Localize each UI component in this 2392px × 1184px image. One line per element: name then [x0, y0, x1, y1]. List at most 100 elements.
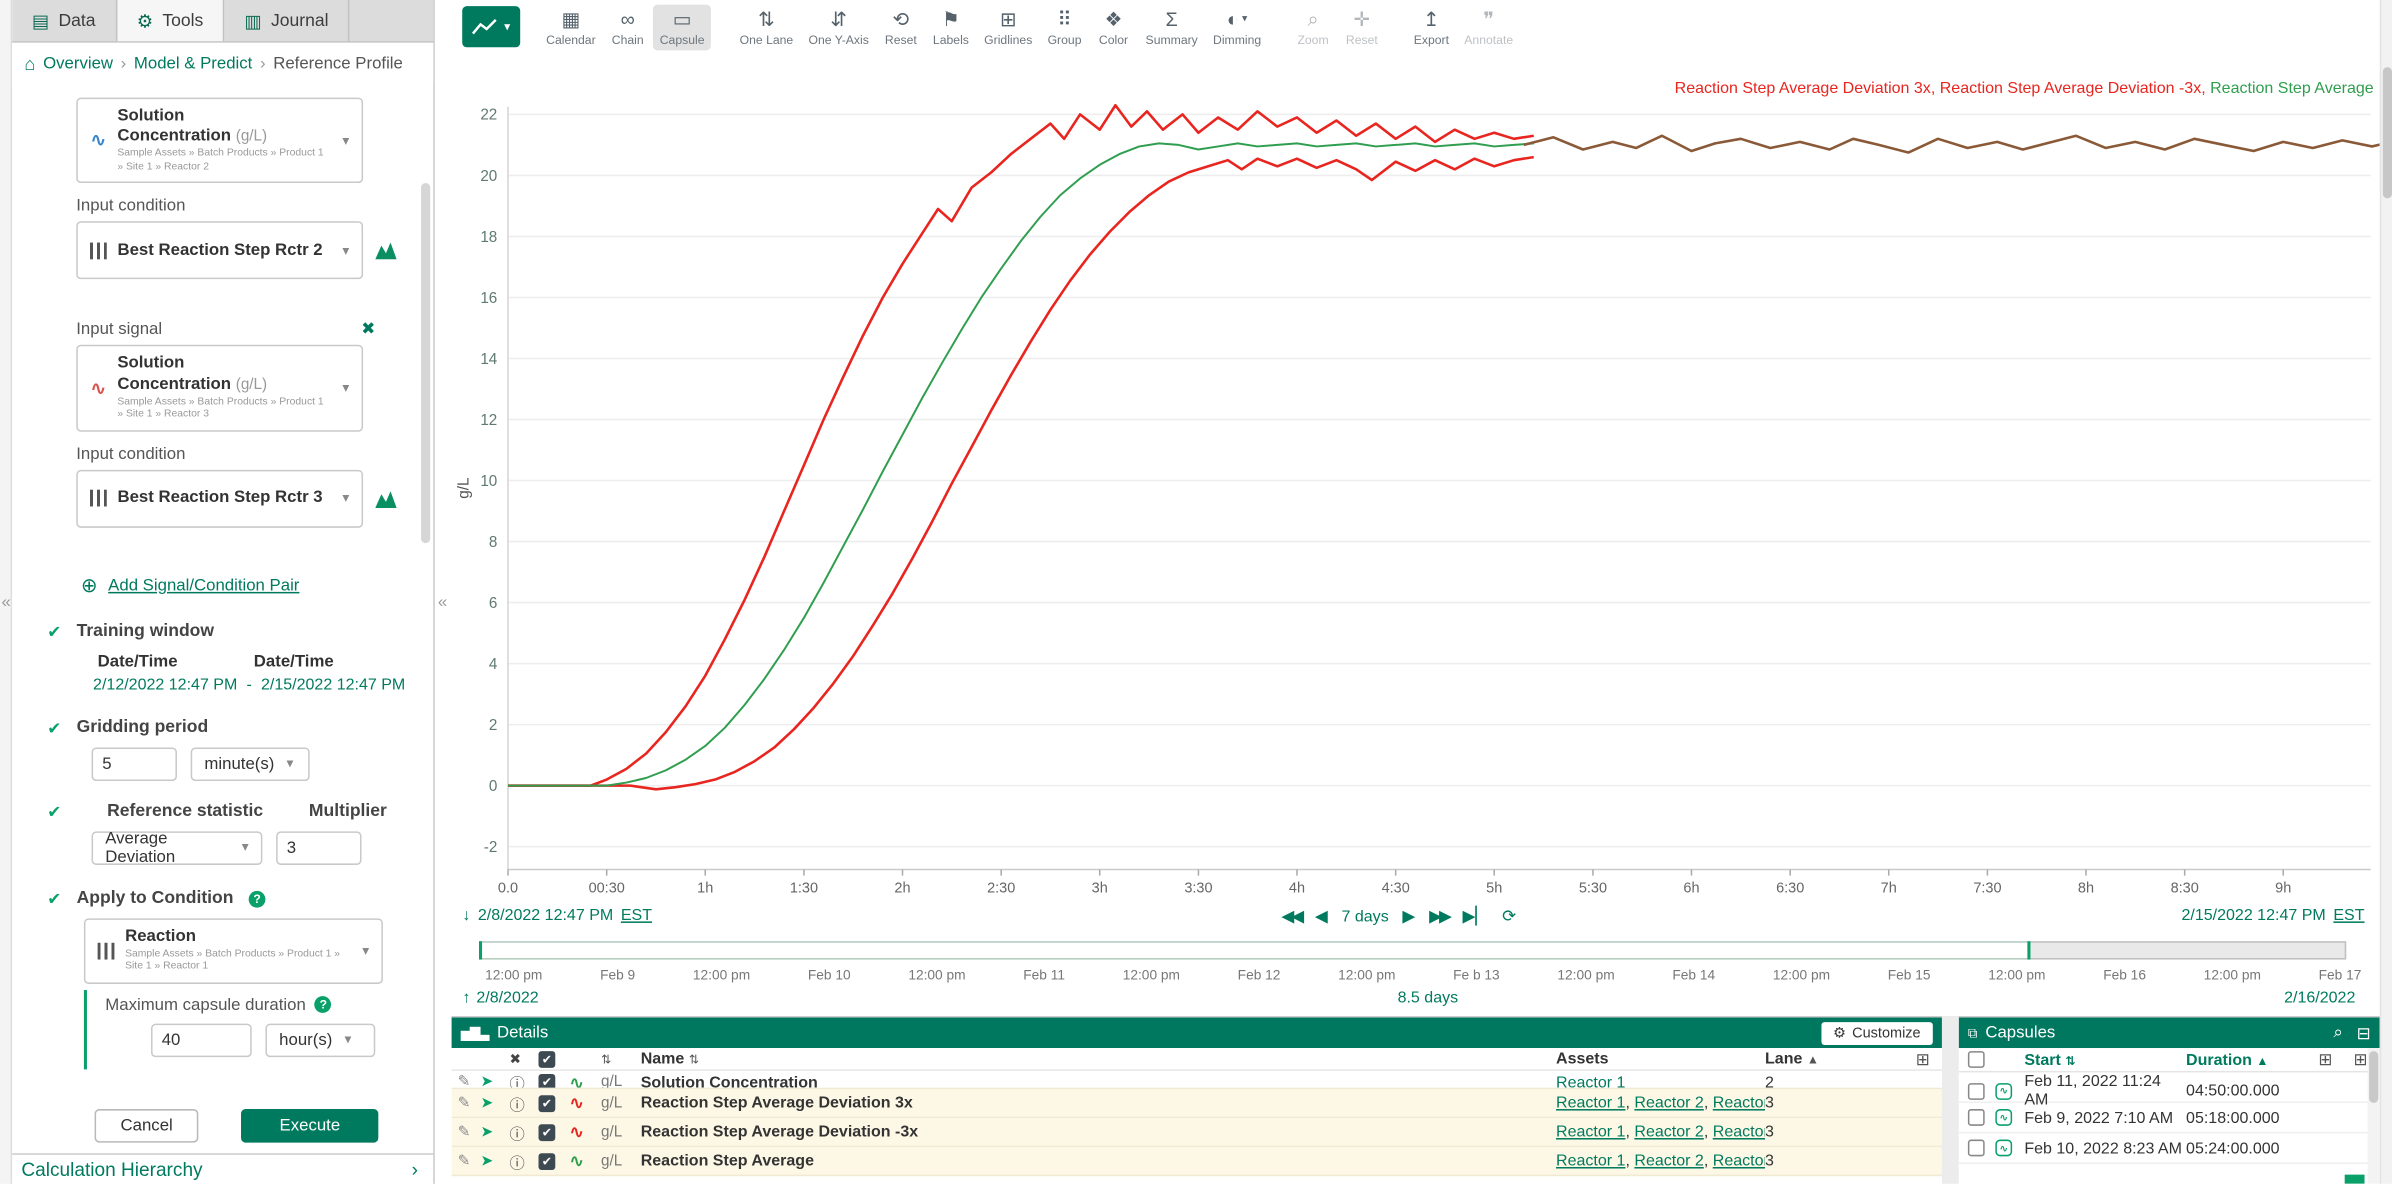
customize-button[interactable]: ⚙ Customize: [1821, 1021, 1933, 1044]
asset-link[interactable]: Reactor 3: [1713, 1094, 1765, 1112]
tab-data[interactable]: ▤ Data: [12, 0, 117, 41]
trend-chart[interactable]: -202468101214161820220.000:301h1:302h2:3…: [452, 61, 2380, 905]
table-settings-icon[interactable]: ⊞: [1916, 1049, 1942, 1069]
remove-all-icon[interactable]: ✖: [510, 1050, 539, 1067]
info-icon[interactable]: ⓘ: [510, 1091, 539, 1114]
details-table-row[interactable]: ✎➤ⓘ✔∿g/LReaction Step Average Deviation …: [452, 1089, 1942, 1118]
scrubber-left-handle[interactable]: [479, 941, 482, 959]
step-back-icon[interactable]: ◀: [1315, 906, 1328, 926]
range-end[interactable]: 2/15/2022 12:47 PM EST: [2181, 906, 2364, 924]
histogram-icon[interactable]: [375, 489, 396, 507]
asset-link[interactable]: Reactor 1: [1556, 1123, 1625, 1141]
row-checkbox[interactable]: ✔: [539, 1074, 556, 1089]
apply-condition-select[interactable]: Reaction Sample Assets » Batch Products …: [84, 918, 383, 984]
input-condition-1-select[interactable]: Best Reaction Step Rctr 2 ▾: [76, 222, 363, 280]
search-icon[interactable]: ⌕: [2333, 1023, 2342, 1043]
panel-scrollbar[interactable]: [421, 183, 430, 543]
refresh-icon[interactable]: ⟳: [1502, 906, 1516, 926]
row-checkbox[interactable]: ✔: [539, 1095, 556, 1112]
toolbar-group-button[interactable]: ⠿Group: [1041, 5, 1087, 51]
input-signal-2-select[interactable]: ∿ Solution Concentration (g/L) Sample As…: [76, 345, 363, 431]
timeline-selected-range[interactable]: [479, 941, 2030, 959]
collapse-left-icon[interactable]: «: [2, 593, 11, 611]
row-checkbox[interactable]: ✔: [539, 1124, 556, 1141]
max-duration-input[interactable]: [151, 1023, 252, 1057]
edit-icon[interactable]: ✎: [458, 1153, 481, 1170]
tab-journal[interactable]: ▥ Journal: [225, 0, 350, 41]
details-table-row[interactable]: ✎➤ⓘ✔∿g/LReaction Step Average Deviation …: [452, 1118, 1942, 1147]
home-icon[interactable]: ⌂: [24, 53, 35, 74]
asset-link[interactable]: Reactor 3: [1713, 1152, 1765, 1170]
edit-icon[interactable]: ✎: [458, 1074, 481, 1089]
toolbar-summary-button[interactable]: ΣSummary: [1139, 5, 1203, 51]
toolbar-reset-axes-button[interactable]: ⟲Reset: [878, 5, 924, 51]
select-all-checkbox[interactable]: ✔: [539, 1050, 556, 1067]
asset-link[interactable]: Reactor 2: [1634, 1152, 1703, 1170]
capsule-checkbox[interactable]: [1968, 1140, 1985, 1157]
send-icon[interactable]: ➤: [481, 1074, 510, 1089]
gridding-unit-select[interactable]: minute(s) ▾: [191, 747, 310, 781]
trend-view-button[interactable]: ▾: [462, 6, 520, 47]
timezone-link[interactable]: EST: [621, 906, 652, 924]
capsules-scrollbar[interactable]: [2368, 1048, 2380, 1184]
toolbar-one-lane-button[interactable]: ⇅One Lane: [734, 5, 800, 51]
reference-statistic-select[interactable]: Average Deviation ▾: [92, 831, 263, 865]
range-start[interactable]: ↓ 2/8/2022 12:47 PM EST: [462, 906, 652, 924]
sort-icon[interactable]: ⇅: [601, 1052, 641, 1066]
toolbar-gridlines-button[interactable]: ⊞Gridlines: [978, 5, 1038, 51]
asset-link[interactable]: Reactor 1: [1556, 1073, 1625, 1089]
collapse-icon[interactable]: ⊟: [2357, 1023, 2371, 1043]
cancel-button[interactable]: Cancel: [95, 1109, 199, 1143]
send-icon[interactable]: ➤: [481, 1095, 510, 1112]
input-signal-1-select[interactable]: ∿ Solution Concentration (g/L) Sample As…: [76, 98, 363, 184]
help-icon[interactable]: ?: [249, 890, 266, 907]
timezone-link[interactable]: EST: [2333, 906, 2364, 924]
send-icon[interactable]: ➤: [481, 1153, 510, 1170]
skip-to-start-icon[interactable]: ◀◀: [1281, 906, 1301, 926]
input-condition-2-select[interactable]: Best Reaction Step Rctr 3 ▾: [76, 469, 363, 527]
tab-tools[interactable]: ⚙ Tools: [117, 0, 225, 41]
asset-link[interactable]: Reactor 2: [1634, 1123, 1703, 1141]
toolbar-one-y-axis-button[interactable]: ⇵One Y-Axis: [802, 5, 875, 51]
toolbar-dimming-button[interactable]: ◐▾Dimming: [1207, 5, 1267, 51]
add-signal-condition-pair[interactable]: ⊕ Add Signal/Condition Pair: [81, 573, 412, 597]
max-duration-unit-select[interactable]: hour(s) ▾: [265, 1023, 375, 1057]
asset-link[interactable]: Reactor 1: [1556, 1152, 1625, 1170]
training-start-link[interactable]: 2/12/2022 12:47 PM: [93, 675, 237, 693]
start-column-header[interactable]: Start ⇅: [2024, 1050, 2186, 1068]
capsule-row[interactable]: ∿Feb 10, 2022 8:23 AM05:24:00.000: [1959, 1133, 2380, 1164]
asset-link[interactable]: Reactor 3: [1713, 1123, 1765, 1141]
help-icon[interactable]: ?: [315, 997, 332, 1014]
remove-pair-icon[interactable]: ✖: [361, 319, 375, 339]
details-table-row[interactable]: ✎➤ⓘ✔∿g/LReaction Step AverageReactor 1, …: [452, 1147, 1942, 1176]
training-end-link[interactable]: 2/15/2022 12:47 PM: [261, 675, 405, 693]
toolbar-labels-button[interactable]: ⚑Labels: [927, 5, 975, 51]
info-icon[interactable]: ⓘ: [510, 1071, 539, 1089]
step-forward-icon[interactable]: ▶: [1402, 906, 1415, 926]
edit-icon[interactable]: ✎: [458, 1124, 481, 1141]
sort-asc-icon[interactable]: ▲: [1807, 1053, 1819, 1067]
info-icon[interactable]: ⓘ: [510, 1120, 539, 1143]
scrubber-right-handle[interactable]: [2027, 941, 2030, 959]
toolbar-capsule-button[interactable]: ▭Capsule: [654, 5, 711, 51]
multiplier-input[interactable]: [276, 831, 361, 865]
timeline-end-date[interactable]: 2/16/2022: [2284, 989, 2355, 1007]
asset-link[interactable]: Reactor 2: [1634, 1094, 1703, 1112]
info-icon[interactable]: ⓘ: [510, 1149, 539, 1172]
capsule-checkbox[interactable]: [1968, 1109, 1985, 1126]
toolbar-color-button[interactable]: ❖Color: [1091, 5, 1137, 51]
histogram-icon[interactable]: [375, 242, 396, 260]
row-checkbox[interactable]: ✔: [539, 1153, 556, 1170]
capsule-checkbox[interactable]: [1968, 1082, 1985, 1099]
execute-button[interactable]: Execute: [241, 1109, 378, 1143]
timeline-start-date[interactable]: ↑ 2/8/2022: [462, 989, 538, 1007]
capsule-row[interactable]: ∿Feb 9, 2022 7:10 AM05:18:00.000: [1959, 1103, 2380, 1134]
capsule-row[interactable]: ∿Feb 11, 2022 11:24 AM04:50:00.000: [1959, 1072, 2380, 1103]
toolbar-chain-button[interactable]: ∞Chain: [605, 5, 651, 51]
toolbar-calendar-button[interactable]: ▦Calendar: [540, 5, 602, 51]
window-scrollbar[interactable]: [2380, 0, 2392, 1184]
duration-column-header[interactable]: Duration ▲: [2186, 1050, 2311, 1068]
timeline-scrubber[interactable]: [479, 941, 2346, 959]
send-icon[interactable]: ➤: [481, 1124, 510, 1141]
capsules-select-all-checkbox[interactable]: [1968, 1051, 1985, 1068]
